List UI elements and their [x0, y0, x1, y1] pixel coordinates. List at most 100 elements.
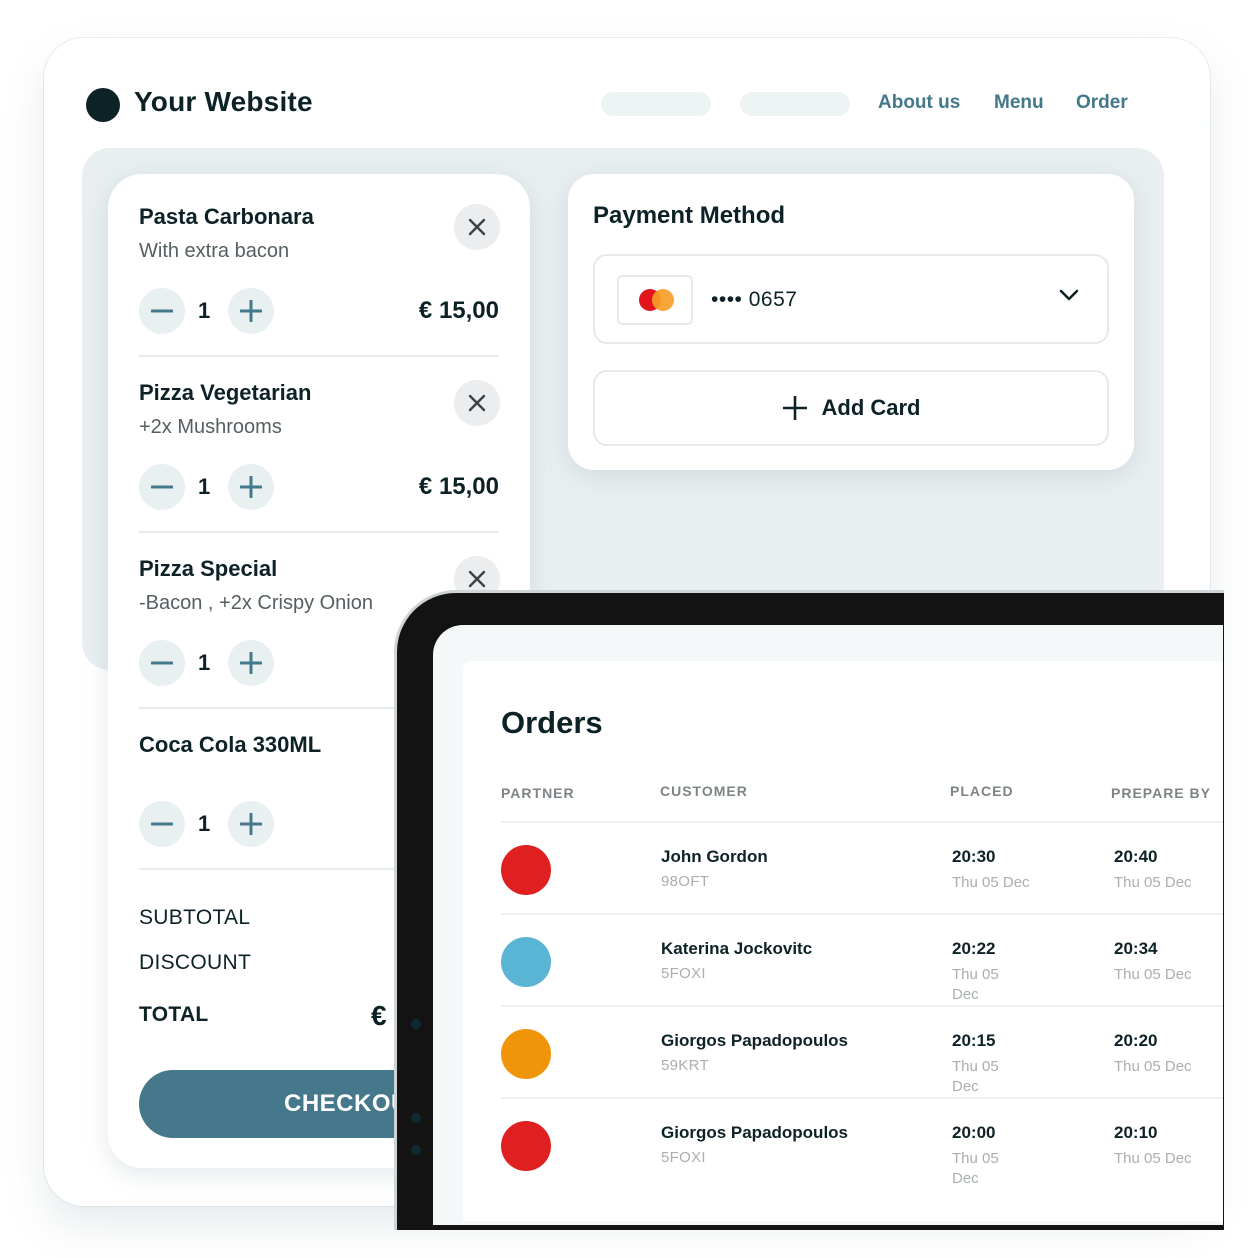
- customer-name: Giorgos Papadopoulos: [661, 1123, 849, 1142]
- mastercard-icon: [617, 275, 693, 325]
- order-row[interactable]: Katerina Jockovitc 5FOXI 20:22 Thu 05 De…: [501, 913, 1223, 1005]
- minus-icon: [151, 309, 173, 313]
- quantity-value: 1: [198, 650, 211, 675]
- prepare-time: 20:40: [1114, 847, 1158, 866]
- tablet-screen: Orders PARTNER CUSTOMER PLACED PREPARE B…: [433, 625, 1223, 1225]
- subtotal-label: SUBTOTAL: [139, 906, 251, 929]
- partner-icon: [501, 1121, 551, 1171]
- order-code: 5FOXI: [661, 1149, 706, 1166]
- remove-item-button[interactable]: [454, 380, 500, 426]
- plus-icon: [240, 652, 262, 674]
- item-name: Pizza Special: [139, 556, 278, 581]
- item-name: Pizza Vegetarian: [139, 380, 312, 405]
- decrease-quantity-button[interactable]: [139, 801, 185, 847]
- masked-card-number: •••• 0657: [711, 288, 798, 311]
- column-header-customer[interactable]: CUSTOMER: [660, 783, 748, 799]
- decrease-quantity-button[interactable]: [139, 640, 185, 686]
- plus-icon: [782, 396, 807, 420]
- partner-icon: [501, 845, 551, 895]
- nav-placeholder-1: [601, 92, 711, 116]
- add-card-label: Add Card: [821, 395, 921, 420]
- prepare-time: 20:10: [1114, 1123, 1158, 1142]
- cart-item: Pasta Carbonara With extra bacon 1 € 15,…: [139, 204, 500, 334]
- placed-time: 20:22: [952, 939, 996, 958]
- payment-method-panel: Payment Method •••• 0657 Add Card: [568, 174, 1134, 470]
- placed-date: Thu 05 Dec: [952, 874, 1030, 891]
- card-select-dropdown[interactable]: •••• 0657: [593, 254, 1109, 344]
- decrease-quantity-button[interactable]: [139, 464, 185, 510]
- prepare-date: Thu 05 Dec: [1114, 1150, 1192, 1167]
- prepare-time: 20:34: [1114, 939, 1158, 958]
- customer-name: Katerina Jockovitc: [661, 939, 813, 958]
- nav-placeholder-2: [740, 92, 850, 116]
- plus-icon: [240, 813, 262, 835]
- increase-quantity-button[interactable]: [228, 640, 274, 686]
- prepare-date: Thu 05 Dec: [1114, 966, 1192, 983]
- minus-icon: [151, 485, 173, 489]
- partner-icon: [501, 937, 551, 987]
- close-icon: [468, 394, 486, 412]
- customer-name: Giorgos Papadopoulos: [661, 1031, 849, 1050]
- orders-panel: Orders PARTNER CUSTOMER PLACED PREPARE B…: [463, 661, 1223, 1221]
- item-price: € 15,00: [418, 297, 499, 324]
- decrease-quantity-button[interactable]: [139, 288, 185, 334]
- prepare-date: Thu 05 Dec: [1114, 1058, 1192, 1075]
- placed-date: Thu 05 Dec: [952, 1150, 999, 1187]
- quantity-value: 1: [198, 474, 211, 499]
- item-price: € 15,00: [418, 473, 499, 500]
- prepare-time: 20:20: [1114, 1031, 1158, 1050]
- mastercard-orange-circle: [652, 289, 674, 311]
- column-header-partner[interactable]: PARTNER: [501, 785, 575, 801]
- increase-quantity-button[interactable]: [228, 288, 274, 334]
- discount-label: DISCOUNT: [139, 951, 252, 974]
- orders-title: Orders: [501, 705, 603, 740]
- item-description: +2x Mushrooms: [139, 416, 282, 438]
- quantity-stepper: 1 € 15,00: [139, 288, 499, 334]
- tablet-sensor: [411, 1019, 421, 1029]
- item-description: With extra bacon: [139, 240, 290, 262]
- column-header-placed[interactable]: PLACED: [950, 783, 1014, 799]
- item-name: Pasta Carbonara: [139, 204, 314, 229]
- minus-icon: [151, 661, 173, 665]
- quantity-value: 1: [198, 811, 211, 836]
- order-code: 59KRT: [661, 1057, 709, 1074]
- cart-item: Pizza Vegetarian +2x Mushrooms 1 € 15,00: [139, 380, 500, 510]
- order-row[interactable]: Giorgos Papadopoulos 5FOXI 20:00 Thu 05 …: [501, 1097, 1223, 1189]
- remove-item-button[interactable]: [454, 204, 500, 250]
- nav-link-order[interactable]: Order: [1076, 92, 1128, 114]
- chevron-down-icon[interactable]: [1059, 288, 1079, 302]
- close-icon: [468, 218, 486, 236]
- minus-icon: [151, 822, 173, 826]
- placed-time: 20:15: [952, 1031, 996, 1050]
- increase-quantity-button[interactable]: [228, 801, 274, 847]
- placed-date: Thu 05 Dec: [952, 966, 999, 1003]
- quantity-value: 1: [198, 298, 211, 323]
- plus-icon: [240, 476, 262, 498]
- tablet-sensor: [411, 1113, 421, 1123]
- add-card-button[interactable]: Add Card: [593, 370, 1109, 446]
- tablet-sensor: [411, 1145, 421, 1155]
- order-code: 98OFT: [661, 873, 710, 890]
- placed-time: 20:00: [952, 1123, 996, 1142]
- prepare-date: Thu 05 Dec: [1114, 874, 1192, 891]
- tablet-device: Orders PARTNER CUSTOMER PLACED PREPARE B…: [394, 590, 1224, 1230]
- total-label: TOTAL: [139, 1003, 209, 1026]
- nav-link-about-us[interactable]: About us: [878, 92, 960, 114]
- customer-name: John Gordon: [661, 847, 768, 866]
- plus-icon: [240, 300, 262, 322]
- partner-icon: [501, 1029, 551, 1079]
- column-header-prepare-by[interactable]: PREPARE BY: [1111, 785, 1211, 801]
- nav-link-menu[interactable]: Menu: [994, 92, 1044, 114]
- placed-time: 20:30: [952, 847, 996, 866]
- close-icon: [468, 570, 486, 588]
- order-row[interactable]: John Gordon 98OFT 20:30 Thu 05 Dec 20:40…: [501, 821, 1223, 913]
- logo-icon: [86, 88, 120, 122]
- divider: [139, 355, 499, 357]
- order-row[interactable]: Giorgos Papadopoulos 59KRT 20:15 Thu 05 …: [501, 1005, 1223, 1097]
- total-value: €: [371, 1000, 387, 1031]
- increase-quantity-button[interactable]: [228, 464, 274, 510]
- site-title[interactable]: Your Website: [134, 86, 313, 118]
- order-code: 5FOXI: [661, 965, 706, 982]
- placed-date: Thu 05 Dec: [952, 1058, 999, 1095]
- quantity-stepper: 1 € 15,00: [139, 464, 499, 510]
